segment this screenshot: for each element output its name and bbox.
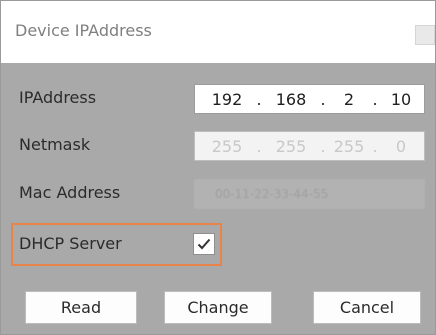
netmask-dot: . <box>320 136 326 156</box>
title-bar: Device IPAddress <box>1 1 435 63</box>
mac-address-label: Mac Address <box>19 183 121 202</box>
mac-address-field: 00-11-22-33-44-55 <box>194 179 425 209</box>
ip-dot: . <box>256 89 262 109</box>
ip-dot: . <box>372 89 378 109</box>
change-button[interactable]: Change <box>164 291 272 324</box>
ip-octet-1[interactable]: 192 <box>201 90 253 109</box>
netmask-octet-4: 0 <box>395 136 407 156</box>
close-button[interactable] <box>415 25 435 45</box>
ip-octet-2[interactable]: 168 <box>265 90 317 109</box>
checkmark-icon <box>197 238 211 250</box>
mac-address-value: 00-11-22-33-44-55 <box>215 187 329 201</box>
netmask-octet-2: 255 <box>275 136 307 156</box>
ip-dot: . <box>320 89 326 109</box>
dialog-title: Device IPAddress <box>15 21 152 40</box>
netmask-dot: . <box>372 136 378 156</box>
netmask-octet-3: 255 <box>333 136 365 156</box>
device-ipaddress-dialog: Device IPAddress IPAddress 192 . 168 . 2… <box>0 0 436 335</box>
netmask-dot: . <box>256 136 262 156</box>
ipaddress-field[interactable]: 192 . 168 . 2 . 10 <box>194 84 425 114</box>
dhcp-server-checkbox[interactable] <box>193 233 215 255</box>
dhcp-server-label: DHCP Server <box>19 234 122 253</box>
ip-octet-4[interactable]: 10 <box>381 90 421 109</box>
netmask-octet-1: 255 <box>211 136 243 156</box>
cancel-button[interactable]: Cancel <box>313 291 421 324</box>
ip-octet-3[interactable]: 2 <box>329 90 369 109</box>
netmask-field: 255 . 255 . 255 . 0 <box>194 131 425 161</box>
read-button[interactable]: Read <box>25 291 137 324</box>
netmask-label: Netmask <box>19 135 91 154</box>
ipaddress-label: IPAddress <box>19 88 97 107</box>
